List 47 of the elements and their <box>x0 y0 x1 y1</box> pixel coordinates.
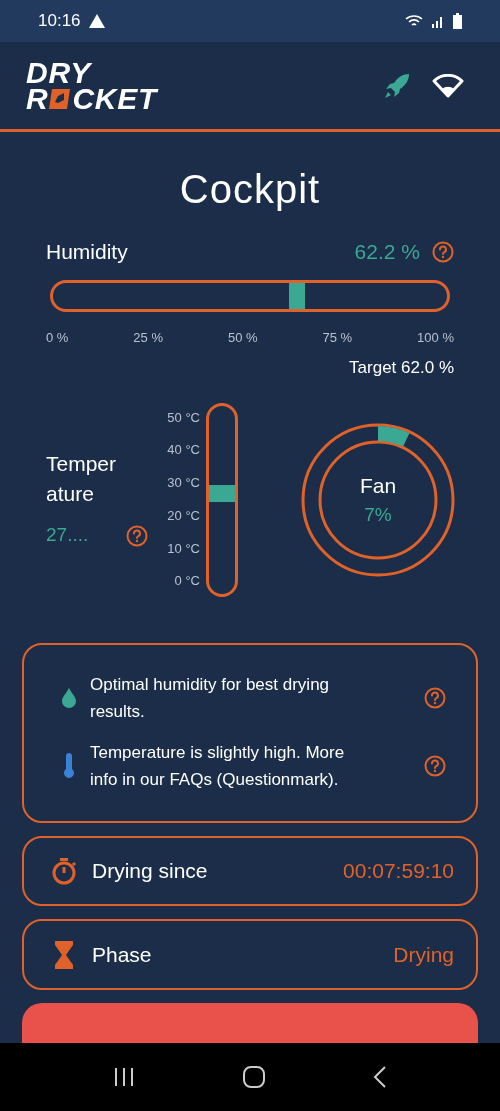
warning-icon <box>88 14 105 28</box>
logo-text: R <box>26 85 49 112</box>
info-label: Drying since <box>92 858 209 885</box>
info-value: Drying <box>393 941 454 968</box>
battery-icon <box>453 13 462 29</box>
info-value: 00:07:59:10 <box>343 858 454 885</box>
scale-label: 0 % <box>46 328 69 347</box>
logo-text: CKET <box>72 85 158 112</box>
help-icon[interactable] <box>126 524 148 547</box>
scale-label: 20 °C <box>167 507 200 524</box>
home-icon[interactable] <box>242 1065 266 1089</box>
humidity-reading: 62.2 % <box>354 239 420 265</box>
page-title: Cockpit <box>178 166 322 213</box>
logo-text: DRY <box>26 59 93 86</box>
message-text: Temperature is slightly high. More info in our FAQs (Questionmark). <box>89 741 346 791</box>
recent-apps-icon[interactable] <box>113 1067 136 1087</box>
wifi-icon[interactable] <box>432 73 464 98</box>
help-icon[interactable] <box>432 240 454 263</box>
scale-label: 50 % <box>227 328 258 347</box>
scale-label: 25 % <box>133 328 163 347</box>
message-text: Optimal humidity for best drying results. <box>89 673 331 723</box>
scale-label: 0 °C <box>174 573 200 590</box>
scale-label: 75 % <box>322 328 353 347</box>
status-time: 10:16 <box>38 10 81 33</box>
fan-label: Fan <box>359 472 397 499</box>
hourglass-icon <box>54 939 74 970</box>
scale-label: 40 °C <box>167 442 200 459</box>
info-label: Phase <box>92 941 153 968</box>
scale-label: 100 % <box>417 328 454 347</box>
temperature-reading: 27.... <box>46 523 89 548</box>
help-icon[interactable] <box>424 754 446 777</box>
help-icon[interactable] <box>424 686 446 709</box>
thermometer-icon <box>63 752 75 779</box>
droplet-icon <box>61 686 77 709</box>
scale-label: 50 °C <box>167 409 200 426</box>
scale-label: 10 °C <box>167 540 200 557</box>
temperature-label: ature <box>46 481 95 508</box>
scale-label: 30 °C <box>167 475 200 492</box>
signal-icon <box>431 14 445 28</box>
wifi-icon <box>405 14 423 28</box>
fan-reading: 7% <box>364 503 392 527</box>
back-icon[interactable] <box>372 1065 387 1089</box>
temperature-label: Temper <box>46 451 118 478</box>
target-text: Target 62.0 % <box>349 357 454 379</box>
stopwatch-icon <box>50 856 78 885</box>
humidity-label: Humidity <box>46 239 128 265</box>
rocket-logo-icon <box>49 87 72 110</box>
